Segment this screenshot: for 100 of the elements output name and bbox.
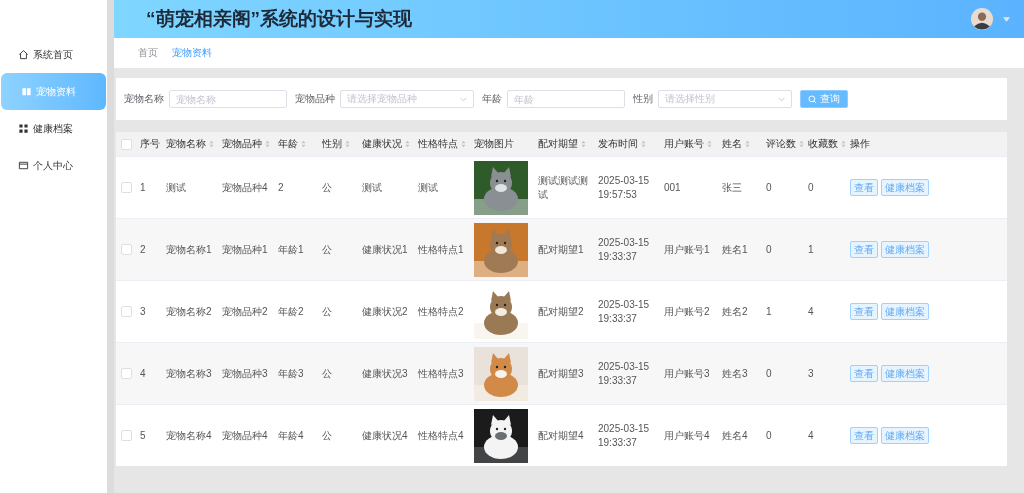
field-label: 年龄 xyxy=(482,92,502,106)
table-cell: 宠物品种1 xyxy=(222,243,268,255)
action-button[interactable]: 查看 xyxy=(850,241,878,258)
table-cell: 0 xyxy=(766,243,772,255)
table-cell: 2025-03-15 19:33:37 xyxy=(598,422,650,448)
sort-icon[interactable] xyxy=(581,140,586,148)
checkbox[interactable] xyxy=(121,430,132,442)
table-cell: 健康状况4 xyxy=(362,429,408,441)
checkbox[interactable] xyxy=(121,306,132,318)
table-cell: 2025-03-15 19:33:37 xyxy=(598,236,650,262)
column-header: 宠物品种 xyxy=(222,137,262,151)
action-button[interactable]: 健康档案 xyxy=(881,427,929,444)
table-cell: 配对期望2 xyxy=(538,305,584,317)
breadcrumb-link[interactable]: 首页 xyxy=(138,46,158,60)
column-header: 姓名 xyxy=(722,137,742,151)
action-button[interactable]: 查看 xyxy=(850,365,878,382)
table-cell: 3 xyxy=(808,367,814,379)
column-header: 用户账号 xyxy=(664,137,704,151)
action-button[interactable]: 健康档案 xyxy=(881,241,929,258)
checkbox[interactable] xyxy=(121,244,132,256)
sort-icon[interactable] xyxy=(345,140,350,148)
action-button[interactable]: 查看 xyxy=(850,427,878,444)
table-cell: 2025-03-15 19:33:37 xyxy=(598,298,650,324)
checkbox[interactable] xyxy=(121,182,132,194)
table-cell: 测试 xyxy=(362,181,382,193)
action-button[interactable]: 查看 xyxy=(850,303,878,320)
sidebar-item[interactable]: 系统首页 xyxy=(0,36,107,73)
table-cell: 宠物品种4 xyxy=(222,429,268,441)
field-label: 宠物品种 xyxy=(295,92,335,106)
table-cell: 3 xyxy=(140,305,146,317)
breadcrumb-link[interactable]: 宠物资料 xyxy=(172,46,212,60)
table-cell: 姓名4 xyxy=(722,429,748,441)
action-button[interactable]: 健康档案 xyxy=(881,365,929,382)
sort-icon[interactable] xyxy=(209,140,214,148)
card-icon xyxy=(18,160,29,171)
table-cell: 性格特点1 xyxy=(418,243,464,255)
table-cell: 配对期望4 xyxy=(538,429,584,441)
sort-icon[interactable] xyxy=(265,140,270,148)
table-cell: 年龄1 xyxy=(278,243,304,255)
table-cell: 4 xyxy=(808,429,814,441)
caret-icon[interactable] xyxy=(1003,16,1010,22)
table-cell: 性格特点3 xyxy=(418,367,464,379)
table-cell: 5 xyxy=(140,429,146,441)
table-cell: 用户账号4 xyxy=(664,429,710,441)
table-cell: 姓名1 xyxy=(722,243,748,255)
sort-icon[interactable] xyxy=(405,140,410,148)
table-cell: 0 xyxy=(766,181,772,193)
sort-icon[interactable] xyxy=(799,140,804,148)
field-label: 宠物名称 xyxy=(124,92,164,106)
table-cell: 健康状况1 xyxy=(362,243,408,255)
table-cell: 公 xyxy=(322,429,332,441)
sort-icon[interactable] xyxy=(841,140,846,148)
table-cell: 宠物品种2 xyxy=(222,305,268,317)
column-header: 评论数 xyxy=(766,137,796,151)
column-header: 操作 xyxy=(850,137,870,151)
chevron-icon xyxy=(778,96,785,102)
table-cell: 健康状况2 xyxy=(362,305,408,317)
action-button[interactable]: 健康档案 xyxy=(881,303,929,320)
table-cell: 测试 xyxy=(418,181,438,193)
search-button[interactable]: 查询 xyxy=(800,90,848,108)
table-cell: 用户账号3 xyxy=(664,367,710,379)
column-header: 性格特点 xyxy=(418,137,458,151)
sort-icon[interactable] xyxy=(707,140,712,148)
table-cell: 测试 xyxy=(166,181,186,193)
table-cell: 年龄4 xyxy=(278,429,304,441)
table-cell: 性格特点2 xyxy=(418,305,464,317)
avatar-icon[interactable] xyxy=(971,8,993,30)
action-button[interactable]: 健康档案 xyxy=(881,179,929,196)
table-cell: 公 xyxy=(322,243,332,255)
sort-icon[interactable] xyxy=(301,140,306,148)
action-button[interactable]: 查看 xyxy=(850,179,878,196)
column-header: 发布时间 xyxy=(598,137,638,151)
system-title: “萌宠相亲阁”系统的设计与实现 xyxy=(146,7,413,31)
table-cell: 0 xyxy=(766,367,772,379)
sort-icon[interactable] xyxy=(461,140,466,148)
table-cell: 公 xyxy=(322,305,332,317)
sidebar-item[interactable]: 宠物资料 xyxy=(1,73,106,110)
column-header: 配对期望 xyxy=(538,137,578,151)
grid-icon xyxy=(18,123,29,134)
book-icon xyxy=(21,86,32,97)
table-cell: 年龄2 xyxy=(278,305,304,317)
field-label: 性别 xyxy=(633,92,653,106)
sidebar-item[interactable]: 个人中心 xyxy=(0,147,107,184)
search-icon xyxy=(808,94,817,104)
column-header: 序号 xyxy=(140,137,160,151)
table-cell: 配对期望1 xyxy=(538,243,584,255)
table-cell: 宠物品种3 xyxy=(222,367,268,379)
table-cell: 测试测试测试 xyxy=(538,174,588,200)
column-header: 宠物图片 xyxy=(474,137,514,151)
table-cell: 姓名3 xyxy=(722,367,748,379)
sort-icon[interactable] xyxy=(641,140,646,148)
table-cell: 4 xyxy=(140,367,146,379)
table-cell: 2025-03-15 19:57:53 xyxy=(598,174,650,200)
sort-icon[interactable] xyxy=(745,140,750,148)
table-cell: 0 xyxy=(808,181,814,193)
checkbox[interactable] xyxy=(121,138,132,150)
sidebar-item[interactable]: 健康档案 xyxy=(0,110,107,147)
checkbox[interactable] xyxy=(121,368,132,380)
table-cell: 张三 xyxy=(722,181,742,193)
table-cell: 1 xyxy=(140,181,146,193)
